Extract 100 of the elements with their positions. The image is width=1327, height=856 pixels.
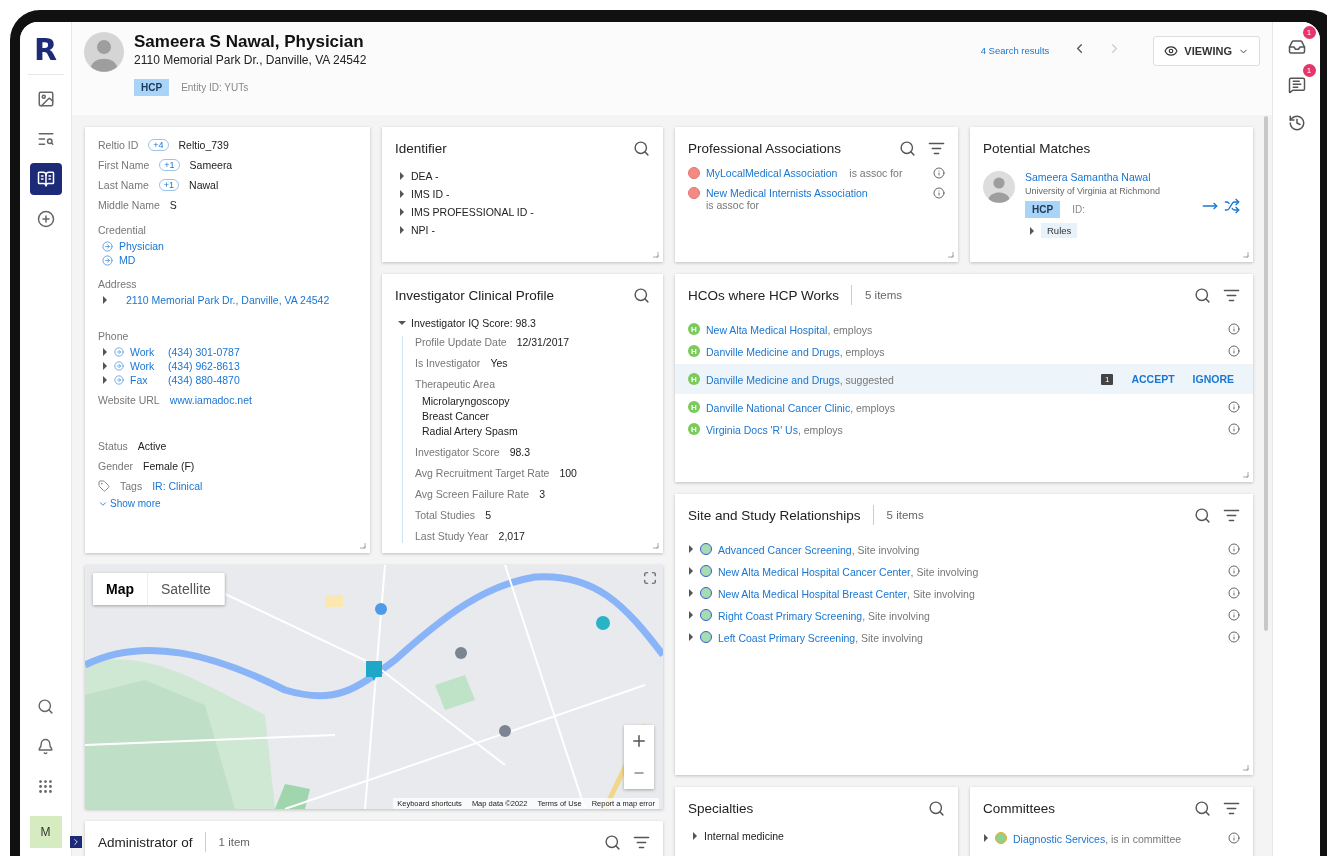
search-button[interactable] xyxy=(633,139,650,157)
plus-icon xyxy=(630,732,648,750)
book-icon xyxy=(36,170,55,188)
relation-text: , suggested xyxy=(839,374,894,386)
notification-badge: 1 xyxy=(1302,64,1316,77)
caret-icon[interactable] xyxy=(688,567,694,575)
comment-count[interactable]: 1 xyxy=(1100,373,1114,385)
info-button[interactable] xyxy=(1228,565,1240,577)
info-button[interactable] xyxy=(933,187,945,199)
phone-number[interactable]: (434) 962-8613 xyxy=(168,360,240,372)
hco-link[interactable]: Danville Medicine and Drugs xyxy=(706,374,840,386)
resize-grip-icon[interactable] xyxy=(1242,764,1249,771)
card-title: Professional Associations xyxy=(688,140,842,156)
identifier-item: IMS ID - xyxy=(411,188,450,200)
expand-button[interactable] xyxy=(69,836,82,848)
hco-link[interactable]: Virginia Docs 'R' Us xyxy=(706,424,798,436)
resize-grip-icon[interactable] xyxy=(947,251,954,258)
tag-link[interactable]: IR: Clinical xyxy=(152,480,203,492)
info-button[interactable] xyxy=(1228,345,1240,357)
caret-icon[interactable] xyxy=(688,589,694,597)
phone-number[interactable]: (434) 880-4870 xyxy=(168,374,240,386)
ignore-button[interactable]: IGNORE xyxy=(1186,373,1240,385)
info-button[interactable] xyxy=(1228,832,1240,844)
caret-icon[interactable] xyxy=(399,190,405,198)
rules-button[interactable]: Rules xyxy=(1041,223,1078,238)
info-button[interactable] xyxy=(1228,631,1240,643)
caret-icon[interactable] xyxy=(399,226,405,234)
info-button[interactable] xyxy=(1228,609,1240,621)
info-button[interactable] xyxy=(1228,587,1240,599)
resize-grip-icon[interactable] xyxy=(359,542,366,549)
card-title: Specialties xyxy=(688,800,754,816)
caret-icon[interactable] xyxy=(102,296,108,304)
accept-button[interactable]: ACCEPT xyxy=(1125,373,1181,385)
match-name-link[interactable]: Sameera Samantha Nawal xyxy=(1025,171,1192,183)
search-button[interactable] xyxy=(1194,286,1211,304)
caret-icon[interactable] xyxy=(688,611,694,619)
search-button[interactable] xyxy=(899,139,916,157)
profile-address: 2110 Memorial Park Dr., Danville, VA 24542 xyxy=(134,53,368,67)
caret-icon[interactable] xyxy=(983,834,989,842)
field-link[interactable]: Physician xyxy=(119,240,164,252)
website-link[interactable]: www.iamadoc.net xyxy=(169,394,252,406)
caret-icon[interactable] xyxy=(688,633,694,641)
resize-grip-icon[interactable] xyxy=(1242,471,1249,478)
association-link[interactable]: MyLocalMedical Association xyxy=(706,167,838,179)
caret-icon[interactable] xyxy=(692,832,698,840)
info-button[interactable] xyxy=(1228,323,1240,335)
search-button[interactable] xyxy=(1194,799,1211,817)
info-button[interactable] xyxy=(1228,423,1240,435)
association-link[interactable]: New Medical Internists Association xyxy=(706,187,868,199)
field-link[interactable]: 2110 Memorial Park Dr., Danville, VA 24542 xyxy=(126,294,330,306)
hco-icon: H xyxy=(688,373,700,385)
caret-icon[interactable] xyxy=(399,172,405,180)
caret-icon[interactable] xyxy=(102,348,108,356)
info-button[interactable] xyxy=(1228,401,1240,413)
map-type-tab[interactable]: Map xyxy=(93,573,148,605)
relation-text: , employs xyxy=(827,324,873,336)
resize-grip-icon[interactable] xyxy=(652,542,659,549)
fullscreen-button[interactable] xyxy=(643,571,657,585)
site-link[interactable]: New Alta Medical Hospital Cancer Center xyxy=(718,566,911,578)
search-button[interactable] xyxy=(633,286,650,304)
caret-icon[interactable] xyxy=(399,208,405,216)
caret-icon[interactable] xyxy=(102,376,108,384)
search-results-link[interactable]: 4 Search results xyxy=(980,45,1050,56)
match-organization: University of Virginia at Richmond xyxy=(1025,186,1161,196)
match-id: ID: xyxy=(1072,204,1085,215)
caret-icon[interactable] xyxy=(1029,226,1035,235)
entity-type-tag: HCP xyxy=(1025,201,1061,218)
search-button[interactable] xyxy=(1194,506,1211,524)
field-label: Website URL xyxy=(98,394,160,406)
search-button[interactable] xyxy=(928,799,945,817)
relation-text: , employs xyxy=(850,402,896,414)
nav-button[interactable] xyxy=(29,163,62,195)
relation-text: , is in committee xyxy=(1105,833,1182,845)
field-label: Last Study Year xyxy=(415,530,489,543)
phone-type[interactable]: Fax xyxy=(130,374,162,386)
arrow-circle-icon xyxy=(114,361,124,371)
field-label: Is Investigator xyxy=(415,357,481,370)
caret-icon[interactable] xyxy=(102,362,108,370)
site-link[interactable]: New Alta Medical Hospital Breast Center xyxy=(718,588,908,600)
info-button[interactable] xyxy=(933,167,945,179)
map-type-tab[interactable]: Satellite xyxy=(148,573,225,605)
phone-type[interactable]: Work xyxy=(130,346,162,358)
field-link[interactable]: MD xyxy=(119,254,136,266)
phone-number[interactable]: (434) 301-0787 xyxy=(168,346,240,358)
shuffle-icon[interactable] xyxy=(1224,197,1240,214)
caret-icon[interactable] xyxy=(398,320,406,326)
show-more-link[interactable]: Show more xyxy=(98,498,357,509)
resize-grip-icon[interactable] xyxy=(1242,251,1249,258)
info-button[interactable] xyxy=(1228,543,1240,555)
apps-icon xyxy=(37,777,54,795)
site-link[interactable]: Advanced Cancer Screening xyxy=(718,544,852,556)
search-button[interactable] xyxy=(604,833,621,851)
resize-grip-icon[interactable] xyxy=(652,251,659,258)
search-icon xyxy=(633,286,650,304)
viewing-dropdown[interactable]: VIEWING xyxy=(1153,36,1260,66)
phone-type[interactable]: Work xyxy=(130,360,162,372)
hco-link[interactable]: Danville Medicine and Drugs xyxy=(706,346,840,358)
scrollbar[interactable] xyxy=(1264,116,1268,631)
zoom-in-button[interactable] xyxy=(624,725,654,757)
caret-icon[interactable] xyxy=(688,545,694,553)
